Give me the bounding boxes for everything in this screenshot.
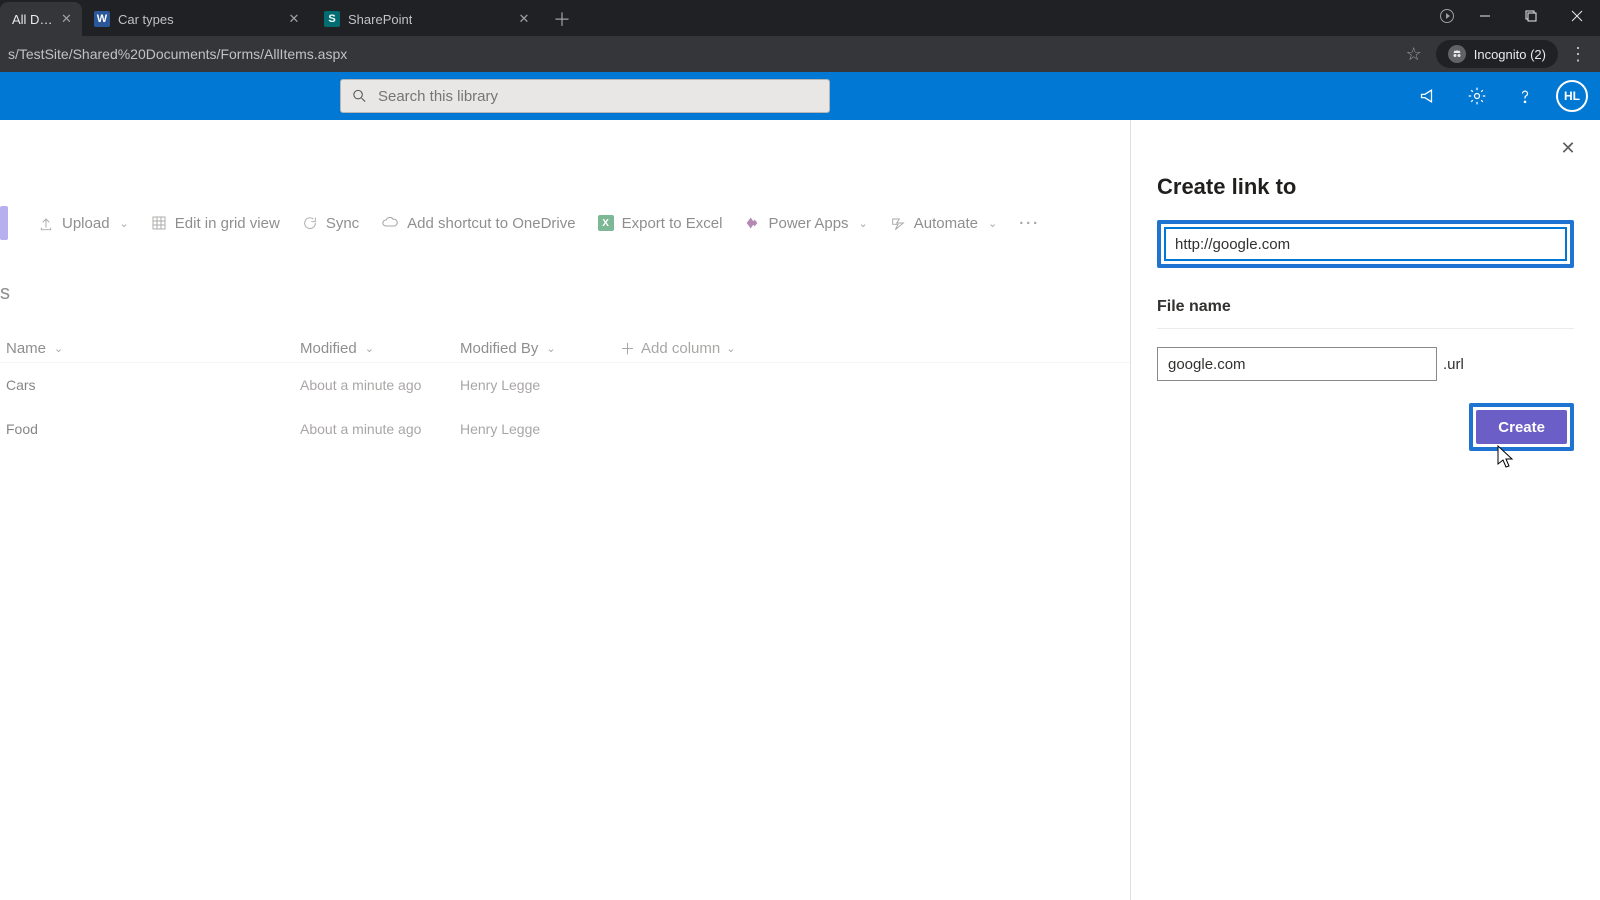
- search-box[interactable]: [340, 79, 830, 113]
- search-icon: [351, 87, 368, 105]
- ellipsis-icon: ···: [1019, 215, 1040, 232]
- user-avatar[interactable]: HL: [1556, 80, 1588, 112]
- more-commands-button[interactable]: ···: [1019, 215, 1040, 232]
- command-bar: Upload⌄ Edit in grid view Sync Add short…: [0, 200, 1130, 246]
- chevron-down-icon: ⌄: [726, 342, 735, 355]
- item-name: Cars: [0, 377, 300, 393]
- item-modified-by: Henry Legge: [460, 421, 720, 437]
- highlight-create-button: Create: [1469, 403, 1574, 451]
- table-row[interactable]: Cars About a minute ago Henry Legge: [0, 363, 1130, 407]
- close-icon[interactable]: ✕: [516, 11, 532, 27]
- upload-button[interactable]: Upload⌄: [38, 215, 129, 232]
- browser-menu-icon[interactable]: ⋮: [1564, 44, 1592, 65]
- column-name-header[interactable]: Name⌄: [0, 340, 300, 357]
- automate-icon: [890, 215, 906, 231]
- address-bar[interactable]: s/TestSite/Shared%20Documents/Forms/AllI…: [0, 36, 1600, 72]
- close-window-button[interactable]: [1554, 0, 1600, 32]
- help-icon[interactable]: [1502, 72, 1548, 120]
- item-modified-by: Henry Legge: [460, 377, 720, 393]
- excel-icon: X: [598, 215, 614, 231]
- item-name: Food: [0, 421, 300, 437]
- add-onedrive-shortcut-button[interactable]: Add shortcut to OneDrive: [381, 214, 575, 232]
- maximize-button[interactable]: [1508, 0, 1554, 32]
- upload-icon: [38, 215, 54, 231]
- browser-tab-active[interactable]: All Docum ✕: [0, 2, 82, 36]
- export-excel-button[interactable]: X Export to Excel: [598, 215, 723, 232]
- suite-bar: HL: [0, 72, 1600, 120]
- file-extension-label: .url: [1443, 356, 1464, 373]
- close-panel-button[interactable]: ✕: [1554, 134, 1582, 162]
- chevron-down-icon: ⌄: [859, 217, 868, 230]
- browser-tab[interactable]: S SharePoint ✕: [312, 2, 542, 36]
- library-background: Upload⌄ Edit in grid view Sync Add short…: [0, 120, 1130, 900]
- incognito-icon: [1448, 45, 1466, 63]
- url-text: s/TestSite/Shared%20Documents/Forms/AllI…: [8, 46, 1398, 62]
- incognito-label: Incognito (2): [1474, 47, 1546, 62]
- create-link-panel: ✕ Create link to File name .url Create: [1130, 120, 1600, 900]
- media-indicator-icon[interactable]: [1432, 0, 1462, 32]
- browser-tab[interactable]: W Car types ✕: [82, 2, 312, 36]
- close-icon[interactable]: ✕: [61, 11, 72, 27]
- settings-gear-icon[interactable]: [1454, 72, 1500, 120]
- create-button[interactable]: Create: [1476, 410, 1567, 444]
- chevron-down-icon: ⌄: [54, 342, 63, 355]
- tab-title: All Docum: [12, 12, 53, 27]
- tab-title: SharePoint: [348, 12, 412, 27]
- minimize-button[interactable]: [1462, 0, 1508, 32]
- window-controls: [1432, 0, 1600, 36]
- sharepoint-icon: S: [324, 11, 340, 27]
- column-modified-header[interactable]: Modified⌄: [300, 340, 460, 357]
- library-title-fragment: s: [0, 246, 1130, 305]
- item-modified: About a minute ago: [300, 421, 460, 437]
- bookmark-star-icon[interactable]: ☆: [1398, 44, 1430, 65]
- browser-titlebar: All Docum ✕ W Car types ✕ S SharePoint ✕…: [0, 0, 1600, 36]
- add-column-button[interactable]: ＋ Add column⌄: [620, 338, 800, 359]
- column-modified-by-header[interactable]: Modified By⌄: [460, 340, 620, 357]
- automate-button[interactable]: Automate⌄: [890, 215, 997, 232]
- close-icon[interactable]: ✕: [286, 11, 302, 27]
- incognito-indicator[interactable]: Incognito (2): [1436, 40, 1558, 68]
- search-input[interactable]: [378, 88, 819, 105]
- table-row[interactable]: Food About a minute ago Henry Legge: [0, 407, 1130, 451]
- link-url-input[interactable]: [1164, 227, 1567, 261]
- chevron-down-icon: ⌄: [120, 217, 129, 230]
- grid-icon: [151, 215, 167, 231]
- new-tab-button[interactable]: ＋: [548, 5, 576, 33]
- highlight-url-input: [1157, 220, 1574, 268]
- onedrive-icon: [381, 214, 399, 232]
- sync-button[interactable]: Sync: [302, 215, 359, 232]
- word-icon: W: [94, 11, 110, 27]
- file-name-label: File name: [1157, 298, 1574, 316]
- power-apps-button[interactable]: Power Apps⌄: [744, 215, 867, 232]
- sync-icon: [302, 215, 318, 231]
- chevron-down-icon: ⌄: [546, 342, 555, 355]
- chevron-down-icon: ⌄: [988, 217, 997, 230]
- edit-grid-button[interactable]: Edit in grid view: [151, 215, 280, 232]
- item-modified: About a minute ago: [300, 377, 460, 393]
- megaphone-icon[interactable]: [1406, 72, 1452, 120]
- divider: [1157, 328, 1574, 329]
- new-button-edge[interactable]: [0, 206, 8, 240]
- column-headers: Name⌄ Modified⌄ Modified By⌄ ＋ Add colum…: [0, 305, 1130, 363]
- file-name-input[interactable]: [1157, 347, 1437, 381]
- tab-title: Car types: [118, 12, 174, 27]
- powerapps-icon: [744, 215, 760, 231]
- panel-title: Create link to: [1157, 174, 1574, 200]
- chevron-down-icon: ⌄: [365, 342, 374, 355]
